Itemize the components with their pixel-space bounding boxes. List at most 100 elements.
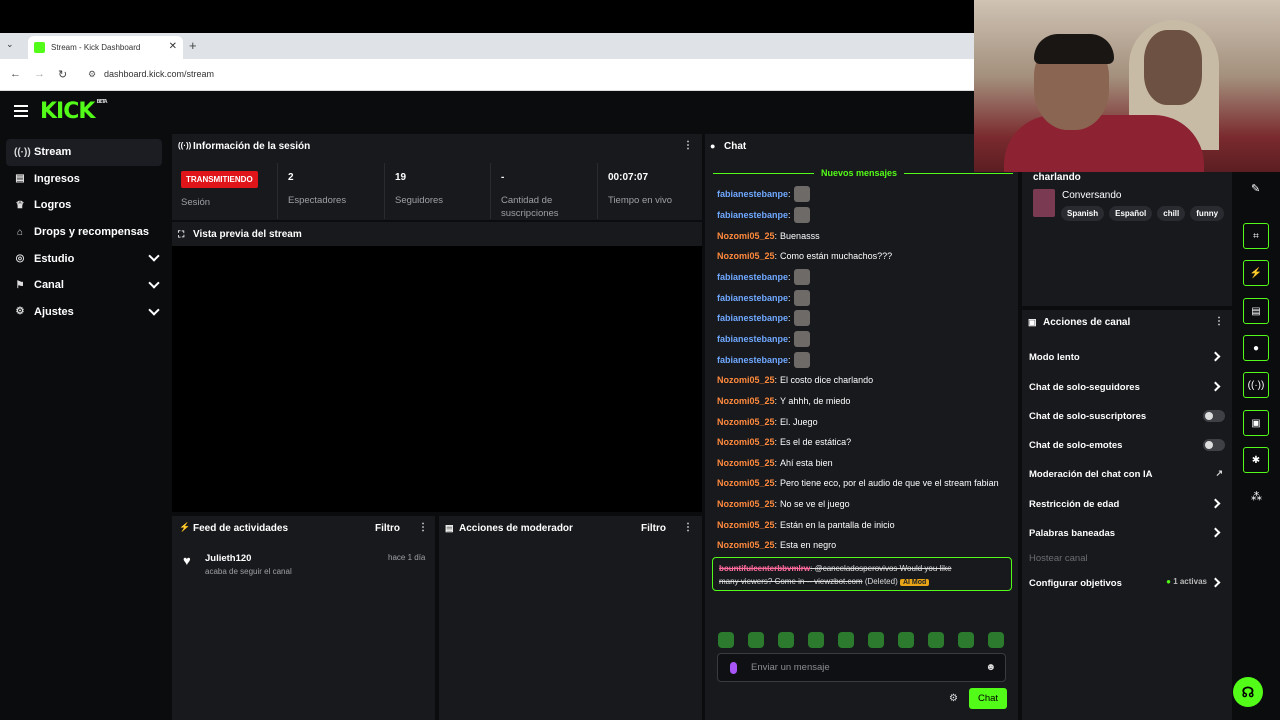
chat-username[interactable]: Nozomi05_25 xyxy=(717,499,775,509)
kick-logo[interactable]: KICK BETA xyxy=(40,99,108,124)
sidebar-item-ajustes[interactable]: ⚙ Ajustes xyxy=(6,299,162,326)
preview-title: Vista previa del stream xyxy=(193,229,302,240)
chat-username[interactable]: fabianestebanpe xyxy=(717,272,788,282)
chat-separator: : xyxy=(774,540,778,550)
chat-username[interactable]: Nozomi05_25 xyxy=(717,540,775,550)
action-restriccion-edad[interactable]: Restricción de edad xyxy=(1029,494,1225,514)
subscribers-only-toggle[interactable] xyxy=(1203,410,1225,422)
chat-text: No se ve el juego xyxy=(780,499,850,509)
goals-count: ● 1 activas xyxy=(1166,577,1207,586)
toolbar-button[interactable]: ▤ xyxy=(1243,298,1269,324)
emote-icon[interactable] xyxy=(988,632,1004,648)
chat-username[interactable]: Nozomi05_25 xyxy=(717,478,775,488)
chat-username[interactable]: fabianestebanpe xyxy=(717,210,788,220)
sidebar-item-stream[interactable]: ((·)) Stream xyxy=(6,139,162,166)
mod-filter-button[interactable]: Filtro xyxy=(641,523,666,534)
action-solo-seguidores[interactable]: Chat de solo-seguidores xyxy=(1029,377,1225,397)
feed-filter-button[interactable]: Filtro xyxy=(375,523,400,534)
emotes-only-toggle[interactable] xyxy=(1203,439,1225,451)
action-configurar-objetivos[interactable]: Configurar objetivos ● 1 activas xyxy=(1029,573,1225,593)
microphone-icon[interactable] xyxy=(730,662,737,674)
session-more-icon[interactable]: ⋮ xyxy=(683,140,693,151)
chat-username[interactable]: Nozomi05_25 xyxy=(717,231,775,241)
emote-icon[interactable] xyxy=(898,632,914,648)
url-field[interactable]: dashboard.kick.com/stream xyxy=(104,69,214,79)
site-info-icon[interactable]: ⚙ xyxy=(88,69,96,80)
chat-username[interactable]: fabianestebanpe xyxy=(717,293,788,303)
emote-icon[interactable] xyxy=(838,632,854,648)
edit-icon[interactable]: ✎ xyxy=(1251,182,1260,195)
stream-preview-video[interactable] xyxy=(172,246,702,512)
emote-icon[interactable] xyxy=(868,632,884,648)
sidebar-item-estudio[interactable]: ◎ Estudio xyxy=(6,245,162,272)
chat-message: Nozomi05_25: Están en la pantalla de inic… xyxy=(717,518,895,532)
heart-icon: ♥ xyxy=(183,553,191,568)
feed-user[interactable]: Julieth120 xyxy=(205,553,251,564)
sidebar-item-label: Ingresos xyxy=(34,172,80,185)
toolbar-button[interactable]: ▣ xyxy=(1243,410,1269,436)
chat-username[interactable]: Nozomi05_25 xyxy=(717,396,775,406)
browser-tab[interactable]: Stream - Kick Dashboard ✕ xyxy=(28,36,183,59)
new-messages-label[interactable]: Nuevos mensajes xyxy=(814,168,905,178)
action-modo-lento[interactable]: Modo lento xyxy=(1029,347,1225,367)
chat-input[interactable]: Enviar un mensaje ☻ xyxy=(717,653,1006,682)
sidebar-item-ingresos[interactable]: ▤ Ingresos xyxy=(6,166,162,193)
chat-username[interactable]: Nozomi05_25 xyxy=(717,417,775,427)
chat-username[interactable]: Nozomi05_25 xyxy=(717,437,775,447)
tag-badge[interactable]: Español xyxy=(1109,206,1153,221)
help-chat-button[interactable]: ☊ xyxy=(1233,677,1263,707)
toolbar-button[interactable]: ⌗ xyxy=(1243,223,1269,249)
back-icon[interactable]: ← xyxy=(10,68,21,80)
action-label: Configurar objetivos xyxy=(1029,577,1122,589)
forward-icon[interactable]: → xyxy=(34,68,45,80)
emote-icon[interactable] xyxy=(808,632,824,648)
close-tab-icon[interactable]: ✕ xyxy=(169,41,177,52)
chat-username[interactable]: fabianestebanpe xyxy=(717,334,788,344)
emote-icon[interactable] xyxy=(928,632,944,648)
reload-icon[interactable]: ↻ xyxy=(58,68,67,81)
emote-icon[interactable] xyxy=(748,632,764,648)
chat-username[interactable]: fabianestebanpe xyxy=(717,355,788,365)
new-tab-icon[interactable]: + xyxy=(189,38,197,53)
chat-separator: : xyxy=(788,210,791,220)
toolbar-button[interactable]: ● xyxy=(1243,335,1269,361)
wrench-icon: ✱ xyxy=(1251,454,1261,466)
menu-icon[interactable] xyxy=(14,105,28,120)
chat-username[interactable]: fabianestebanpe xyxy=(717,189,788,199)
emote-icon[interactable] xyxy=(778,632,794,648)
tag-badge[interactable]: chill xyxy=(1157,206,1186,221)
toolbar-button[interactable]: ((·)) xyxy=(1243,372,1269,398)
deleted-username[interactable]: bountifulcenterbbvmlrw xyxy=(719,564,810,573)
sidebar-item-label: Drops y recompensas xyxy=(34,226,149,239)
apps-icon[interactable]: ⁂ xyxy=(1251,490,1262,503)
toolbar-button[interactable]: ✱ xyxy=(1243,447,1269,473)
viewers-label: Espectadores xyxy=(288,195,347,206)
tag-badge[interactable]: funny xyxy=(1190,206,1225,221)
tab-search-icon[interactable]: ⌄ xyxy=(6,39,14,50)
chat-username[interactable]: Nozomi05_25 xyxy=(717,520,775,530)
chat-username[interactable]: Nozomi05_25 xyxy=(717,251,775,261)
send-chat-button[interactable]: Chat xyxy=(969,688,1007,709)
emoji-icon[interactable]: ☻ xyxy=(985,662,996,673)
chat-username[interactable]: Nozomi05_25 xyxy=(717,458,775,468)
emote-icon[interactable] xyxy=(718,632,734,648)
feed-more-icon[interactable]: ⋮ xyxy=(418,522,428,533)
sidebar-item-logros[interactable]: ♛ Logros xyxy=(6,192,162,219)
mod-more-icon[interactable]: ⋮ xyxy=(683,522,693,533)
chat-username[interactable]: Nozomi05_25 xyxy=(717,375,775,385)
toolbar-button[interactable]: ⚡ xyxy=(1243,260,1269,286)
emote-icon[interactable] xyxy=(958,632,974,648)
channel-actions-more-icon[interactable]: ⋮ xyxy=(1214,316,1224,327)
action-palabras-baneadas[interactable]: Palabras baneadas xyxy=(1029,523,1225,543)
tag-badge[interactable]: Spanish xyxy=(1061,206,1105,221)
stream-category[interactable]: Conversando xyxy=(1062,190,1121,201)
sidebar-item-canal[interactable]: ⚑ Canal xyxy=(6,272,162,299)
bolt-icon: ⚡ xyxy=(179,522,191,532)
chat-settings-icon[interactable]: ⚙ xyxy=(949,693,958,704)
chat-message: fabianestebanpe: xyxy=(717,310,810,326)
chat-username[interactable]: fabianestebanpe xyxy=(717,313,788,323)
chat-separator: : xyxy=(788,313,791,323)
sidebar-item-drops[interactable]: ⌂ Drops y recompensas xyxy=(6,219,162,246)
action-moderacion-ia[interactable]: Moderación del chat con IA ↗ xyxy=(1029,464,1225,484)
gift-icon: ⌂ xyxy=(16,226,24,238)
